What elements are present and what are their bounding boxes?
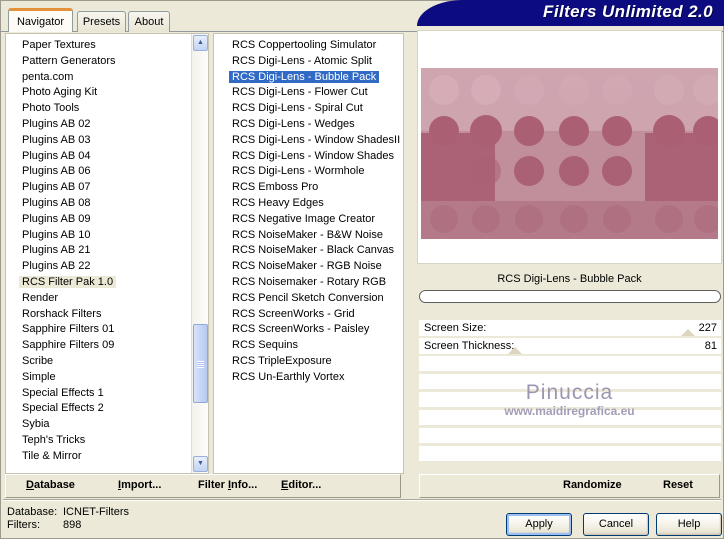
database-button[interactable]: Database <box>26 479 75 491</box>
category-item[interactable]: Render <box>6 291 208 307</box>
empty-slider-row <box>419 374 721 389</box>
empty-slider-row <box>419 356 721 371</box>
filter-item[interactable]: RCS NoiseMaker - Black Canvas <box>214 243 403 259</box>
filter-item[interactable]: RCS Digi-Lens - Bubble Pack <box>214 70 403 86</box>
category-item[interactable]: Plugins AB 03 <box>6 133 208 149</box>
title-banner: Filters Unlimited 2.0 <box>417 0 724 26</box>
filter-item[interactable]: RCS Digi-Lens - Window ShadesII <box>214 133 403 149</box>
filter-list[interactable]: RCS Coppertooling Simulator RCS Digi-Lens… <box>213 33 404 474</box>
editor-button[interactable]: Editor... <box>281 479 321 491</box>
database-status-value: ICNET-Filters <box>63 506 129 518</box>
progress-bar <box>419 290 721 303</box>
database-status-label: Database: <box>7 506 58 518</box>
empty-slider-row <box>419 428 721 443</box>
slider-thumb-icon[interactable] <box>680 329 695 336</box>
filter-item[interactable]: RCS NoiseMaker - RGB Noise <box>214 259 403 275</box>
category-item[interactable]: Pattern Generators <box>6 54 208 70</box>
empty-slider-row <box>419 446 721 461</box>
filters-unlimited-window: Filters Unlimited 2.0 Navigator Presets … <box>0 0 724 539</box>
filter-info-button[interactable]: Filter Info... <box>198 479 257 491</box>
category-list[interactable]: Paper Textures Pattern Generators penta.co… <box>5 33 209 474</box>
category-item[interactable]: Sapphire Filters 09 <box>6 338 208 354</box>
category-item[interactable]: Simple <box>6 370 208 386</box>
category-item[interactable]: Plugins AB 21 <box>6 243 208 259</box>
filter-item[interactable]: RCS Negative Image Creator <box>214 212 403 228</box>
help-button[interactable]: Help <box>656 513 722 536</box>
category-item[interactable]: Special Effects 2 <box>6 401 208 417</box>
category-item[interactable]: Plugins AB 22 <box>6 259 208 275</box>
category-item[interactable]: Paper Textures <box>6 38 208 54</box>
category-item[interactable]: Special Effects 1 <box>6 386 208 402</box>
bottom-divider <box>3 499 721 501</box>
filter-item[interactable]: RCS Coppertooling Simulator <box>214 38 403 54</box>
filter-item[interactable]: RCS Noisemaker - Rotary RGB <box>214 275 403 291</box>
filter-item[interactable]: RCS Heavy Edges <box>214 196 403 212</box>
filter-item[interactable]: RCS Digi-Lens - Flower Cut <box>214 85 403 101</box>
filter-item[interactable]: RCS Digi-Lens - Atomic Split <box>214 54 403 70</box>
tab-about[interactable]: About <box>128 11 170 32</box>
import-button[interactable]: Import... <box>118 479 161 491</box>
tab-presets[interactable]: Presets <box>77 11 126 32</box>
preview-image <box>421 68 718 239</box>
filter-item[interactable]: RCS Digi-Lens - Wedges <box>214 117 403 133</box>
tab-navigator[interactable]: Navigator <box>8 8 73 32</box>
filter-item[interactable]: RCS Un-Earthly Vortex <box>214 370 403 386</box>
category-item[interactable]: Plugins AB 07 <box>6 180 208 196</box>
category-item[interactable]: Sapphire Filters 01 <box>6 322 208 338</box>
cancel-button[interactable]: Cancel <box>583 513 649 536</box>
preview-panel <box>417 30 722 264</box>
category-item[interactable]: Plugins AB 08 <box>6 196 208 212</box>
filter-item[interactable]: RCS Digi-Lens - Window Shades <box>214 149 403 165</box>
category-item[interactable]: penta.com <box>6 70 208 86</box>
category-item[interactable]: Photo Aging Kit <box>6 85 208 101</box>
screen-thickness-slider[interactable]: Screen Thickness: 81 <box>419 338 721 354</box>
category-item[interactable]: Teph's Tricks <box>6 433 208 449</box>
scrollbar-thumb[interactable] <box>193 324 208 403</box>
filter-item[interactable]: RCS Emboss Pro <box>214 180 403 196</box>
scroll-down-icon[interactable]: ▼ <box>193 456 208 472</box>
category-item[interactable]: Plugins AB 09 <box>6 212 208 228</box>
filter-item[interactable]: RCS Pencil Sketch Conversion <box>214 291 403 307</box>
selected-filter-label: RCS Digi-Lens - Bubble Pack <box>497 273 642 285</box>
category-item[interactable]: Tile & Mirror <box>6 449 208 465</box>
category-item[interactable]: Plugins AB 10 <box>6 228 208 244</box>
filter-item[interactable]: RCS Digi-Lens - Wormhole <box>214 164 403 180</box>
category-item[interactable]: Rorshack Filters <box>6 307 208 323</box>
slider-value: 227 <box>698 322 717 334</box>
slider-label: Screen Thickness: <box>424 340 515 352</box>
apply-button[interactable]: Apply <box>506 513 572 536</box>
filters-count-value: 898 <box>63 519 82 531</box>
reset-button[interactable]: Reset <box>663 479 693 491</box>
filter-item[interactable]: RCS ScreenWorks - Grid <box>214 307 403 323</box>
filter-item[interactable]: RCS NoiseMaker - B&W Noise <box>214 228 403 244</box>
filter-item[interactable]: RCS Sequins <box>214 338 403 354</box>
filter-item[interactable]: RCS TripleExposure <box>214 354 403 370</box>
category-item[interactable]: RCS Filter Pak 1.0 <box>6 275 208 291</box>
empty-slider-row <box>419 410 721 425</box>
category-scrollbar[interactable]: ▲ ▼ <box>191 34 208 473</box>
screen-size-slider[interactable]: Screen Size: 227 <box>419 320 721 336</box>
slider-thumb-icon[interactable] <box>507 347 522 354</box>
app-title: Filters Unlimited 2.0 <box>543 2 713 21</box>
left-toolbar: Database Import... Filter Info... Editor… <box>5 474 401 498</box>
randomize-button[interactable]: Randomize <box>563 479 622 491</box>
category-item[interactable]: Scribe <box>6 354 208 370</box>
slider-label: Screen Size: <box>424 322 487 334</box>
filter-item[interactable]: RCS ScreenWorks - Paisley <box>214 322 403 338</box>
category-item[interactable]: Plugins AB 02 <box>6 117 208 133</box>
filters-count-label: Filters: <box>7 519 40 531</box>
slider-value: 81 <box>704 340 717 352</box>
category-item[interactable]: Plugins AB 04 <box>6 149 208 165</box>
right-toolbar: Randomize Reset <box>419 474 720 498</box>
filter-item[interactable]: RCS Digi-Lens - Spiral Cut <box>214 101 403 117</box>
category-item[interactable]: Photo Tools <box>6 101 208 117</box>
scroll-up-icon[interactable]: ▲ <box>193 35 208 51</box>
category-item[interactable]: Sybia <box>6 417 208 433</box>
category-item[interactable]: Plugins AB 06 <box>6 164 208 180</box>
empty-slider-row <box>419 392 721 407</box>
